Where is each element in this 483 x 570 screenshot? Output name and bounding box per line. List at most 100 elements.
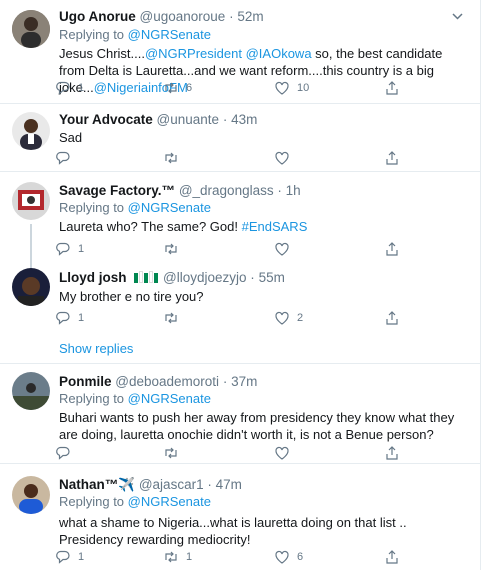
reply-button[interactable] — [55, 445, 71, 461]
chevron-down-icon[interactable] — [451, 10, 464, 23]
retweet-icon — [165, 152, 177, 164]
reply-icon — [56, 151, 70, 165]
like-count: 6 — [297, 551, 304, 563]
handle[interactable]: @ugoanoroue — [140, 9, 226, 24]
replying-to-label: Replying to — [59, 200, 125, 215]
reply-button[interactable]: 1 — [55, 80, 84, 96]
avatar[interactable] — [12, 268, 50, 306]
like-button[interactable] — [274, 445, 290, 461]
timestamp[interactable]: 47m — [216, 477, 242, 492]
retweet-button[interactable]: 1 — [163, 549, 192, 565]
tweet[interactable]: Nathan™✈️ @ajascar1 · 47m Replying to @N… — [0, 464, 480, 570]
nigeria-flag-icon — [134, 270, 159, 286]
tweet[interactable]: Savage Factory.™ @_dragonglass · 1h Repl… — [0, 172, 480, 268]
reply-to-mention[interactable]: @NGRSenate — [128, 200, 211, 215]
thread-line — [30, 224, 32, 268]
avatar[interactable] — [12, 372, 50, 410]
reply-count: 1 — [78, 312, 85, 324]
avatar[interactable] — [12, 112, 50, 150]
retweet-button[interactable] — [163, 310, 179, 326]
share-button[interactable] — [384, 549, 400, 565]
replying-to-label: Replying to — [59, 494, 125, 509]
like-button[interactable] — [274, 150, 290, 166]
reply-button[interactable] — [55, 150, 71, 166]
like-button[interactable]: 10 — [274, 80, 309, 96]
reply-icon — [56, 550, 70, 564]
reply-count: 1 — [78, 551, 85, 563]
reply-icon — [56, 242, 70, 256]
retweet-button[interactable] — [163, 150, 179, 166]
avatar[interactable] — [12, 476, 50, 514]
separator: · — [229, 9, 234, 24]
handle[interactable]: @unuante — [157, 112, 220, 127]
timestamp[interactable]: 52m — [237, 9, 263, 24]
airplane-icon: ✈️ — [118, 477, 136, 492]
reply-button[interactable]: 1 — [55, 241, 84, 257]
separator: · — [277, 183, 282, 198]
share-icon — [386, 242, 398, 256]
display-name[interactable]: Lloyd josh — [59, 270, 127, 285]
avatar[interactable] — [12, 182, 50, 220]
tweet[interactable]: Ponmile @deboademoroti · 37m Replying to… — [0, 364, 480, 464]
share-button[interactable] — [384, 80, 400, 96]
tweet-text: what a shame to Nigeria...what is lauret… — [59, 515, 407, 547]
retweet-button[interactable]: 6 — [163, 80, 192, 96]
handle[interactable]: @ajascar1 — [139, 477, 204, 492]
retweet-icon — [165, 447, 177, 459]
share-icon — [386, 311, 398, 325]
like-icon — [275, 242, 289, 256]
show-replies-link[interactable]: Show replies — [59, 341, 133, 356]
like-icon — [275, 81, 289, 95]
reply-thread: Ugo Anorue @ugoanoroue · 52m Replying to… — [0, 0, 481, 570]
replying-to-label: Replying to — [59, 27, 125, 42]
timestamp[interactable]: 37m — [231, 374, 257, 389]
reply-button[interactable]: 1 — [55, 549, 84, 565]
tweet[interactable]: Ugo Anorue @ugoanoroue · 52m Replying to… — [0, 0, 480, 104]
share-button[interactable] — [384, 445, 400, 461]
reply-button[interactable]: 1 — [55, 310, 84, 326]
retweet-button[interactable] — [163, 241, 179, 257]
reply-to-mention[interactable]: @NGRSenate — [128, 494, 211, 509]
like-button[interactable]: 6 — [274, 549, 303, 565]
reply-count: 1 — [78, 82, 85, 94]
tweet[interactable]: Lloyd josh @lloydjoezyjo · 55m My brothe… — [0, 264, 480, 364]
hashtag-link[interactable]: #EndSARS — [242, 219, 308, 234]
display-name[interactable]: Ugo Anorue — [59, 9, 136, 24]
mention-link[interactable]: @NGRPresident — [145, 46, 242, 61]
retweet-icon — [165, 551, 177, 563]
retweet-button[interactable] — [163, 445, 179, 461]
handle[interactable]: @_dragonglass — [179, 183, 274, 198]
display-name[interactable]: Ponmile — [59, 374, 112, 389]
display-name[interactable]: Savage Factory.™ — [59, 183, 175, 198]
timestamp[interactable]: 43m — [231, 112, 257, 127]
like-icon — [275, 550, 289, 564]
separator: · — [222, 374, 228, 389]
handle[interactable]: @deboademoroti — [115, 374, 219, 389]
share-button[interactable] — [384, 150, 400, 166]
timestamp[interactable]: 1h — [286, 183, 301, 198]
mention-link[interactable]: @IAOkowa — [246, 46, 312, 61]
reply-icon — [56, 311, 70, 325]
share-icon — [386, 81, 398, 95]
like-icon — [275, 446, 289, 460]
share-button[interactable] — [384, 241, 400, 257]
retweet-icon — [165, 243, 177, 255]
tweet[interactable]: Your Advocate @unuante · 43m Sad — [0, 104, 480, 172]
share-button[interactable] — [384, 310, 400, 326]
retweet-count: 1 — [186, 551, 193, 563]
replying-to-label: Replying to — [59, 391, 125, 406]
avatar[interactable] — [12, 10, 50, 48]
reply-count: 1 — [78, 243, 85, 255]
like-button[interactable] — [274, 241, 290, 257]
handle[interactable]: @lloydjoezyjo — [163, 270, 247, 285]
timestamp[interactable]: 55m — [259, 270, 285, 285]
tweet-text: Sad — [59, 130, 83, 145]
tweet-text: Buhari wants to push her away from presi… — [59, 410, 455, 442]
like-button[interactable]: 2 — [274, 310, 303, 326]
reply-to-mention[interactable]: @NGRSenate — [128, 391, 211, 406]
reply-to-mention[interactable]: @NGRSenate — [128, 27, 211, 42]
reply-icon — [56, 446, 70, 460]
share-icon — [386, 151, 398, 165]
display-name[interactable]: Nathan™ — [59, 477, 118, 492]
display-name[interactable]: Your Advocate — [59, 112, 153, 127]
